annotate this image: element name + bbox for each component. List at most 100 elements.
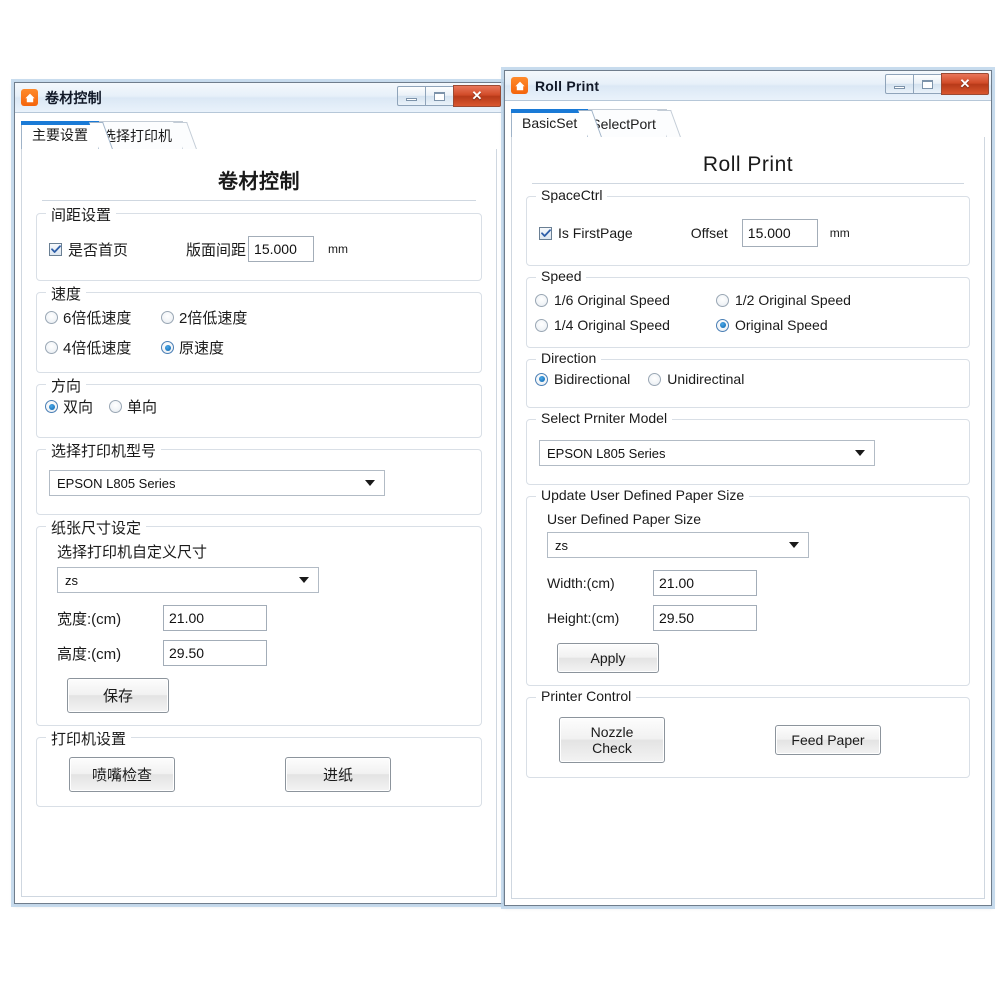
paper-preset-combo[interactable]: zs bbox=[547, 532, 809, 558]
speed-radio-2x[interactable] bbox=[161, 311, 174, 324]
window-controls: ✕ bbox=[397, 85, 501, 107]
width-input[interactable] bbox=[163, 605, 267, 631]
tab-basicset[interactable]: BasicSet bbox=[511, 109, 603, 137]
direction-radio-unidirectional[interactable] bbox=[109, 400, 123, 413]
group-printer-control: 打印机设置 喷嘴检查 进纸 bbox=[36, 728, 482, 807]
group-printer-model: Select Prniter Model EPSON L805 Series bbox=[526, 410, 970, 485]
direction-radio-bidirectional[interactable] bbox=[535, 372, 548, 386]
window-title: 卷材控制 bbox=[45, 89, 102, 106]
maximize-button[interactable] bbox=[913, 74, 942, 94]
first-page-checkbox[interactable] bbox=[539, 226, 552, 240]
group-title: Printer Control bbox=[536, 688, 637, 704]
minimize-button[interactable] bbox=[885, 74, 914, 94]
height-input[interactable] bbox=[163, 640, 267, 666]
group-title: Speed bbox=[536, 268, 587, 284]
group-title: 选择打印机型号 bbox=[46, 440, 162, 461]
group-direction: 方向 双向 单向 bbox=[36, 375, 482, 438]
speed-radio-original[interactable] bbox=[716, 318, 729, 332]
close-button[interactable]: ✕ bbox=[941, 73, 989, 95]
title-bar[interactable]: Roll Print ✕ bbox=[505, 71, 991, 101]
chevron-down-icon bbox=[789, 542, 799, 548]
first-page-checkbox[interactable] bbox=[49, 242, 62, 256]
width-input[interactable] bbox=[653, 570, 757, 596]
group-title: Direction bbox=[536, 350, 602, 366]
speed-label-6x: 6倍低速度 bbox=[63, 310, 132, 327]
client-area: 主要设置 选择打印机 卷材控制 间距设置 是否首页 版面间距 15.000 mm… bbox=[15, 113, 503, 903]
printer-model-combo[interactable]: EPSON L805 Series bbox=[539, 440, 875, 466]
printer-model-value: EPSON L805 Series bbox=[57, 475, 176, 491]
tab-label: 主要设置 bbox=[32, 127, 88, 143]
group-printer-model: 选择打印机型号 EPSON L805 Series bbox=[36, 440, 482, 515]
group-title: 间距设置 bbox=[46, 204, 117, 225]
nozzle-check-button[interactable]: 喷嘴检查 bbox=[69, 757, 175, 792]
window-roll-control-cn: 卷材控制 ✕ 主要设置 选择打印机 卷材控制 间距设置 是否首页 版面间距 15… bbox=[14, 82, 504, 904]
offset-label: Offset bbox=[690, 225, 728, 241]
chevron-down-icon bbox=[299, 577, 309, 583]
paper-size-subtitle: 选择打印机自定义尺寸 bbox=[57, 544, 208, 561]
group-title: SpaceCtrl bbox=[536, 187, 608, 203]
width-label: 宽度:(cm) bbox=[57, 610, 122, 628]
speed-label-2x: 2倍低速度 bbox=[179, 310, 248, 327]
speed-label-original: 原速度 bbox=[179, 340, 225, 357]
group-title: 纸张尺寸设定 bbox=[46, 517, 147, 538]
group-printer-control: Printer Control Nozzle Check Feed Paper bbox=[526, 688, 970, 778]
tab-strip: 主要设置 选择打印机 bbox=[21, 119, 497, 149]
speed-radio-one-half[interactable] bbox=[716, 293, 729, 307]
height-input[interactable] bbox=[653, 605, 757, 631]
group-speed: 速度 6倍低速度 2倍低速度 4倍低速度 原速度 bbox=[36, 283, 482, 373]
speed-radio-one-sixth[interactable] bbox=[535, 293, 548, 307]
speed-radio-one-quarter[interactable] bbox=[535, 318, 548, 332]
tab-main-settings[interactable]: 主要设置 bbox=[21, 121, 113, 149]
feed-paper-button[interactable]: 进纸 bbox=[285, 757, 391, 792]
group-title: 方向 bbox=[46, 375, 87, 396]
direction-radio-bidirectional[interactable] bbox=[45, 400, 58, 413]
direction-label-unidirectional: Unidirectinal bbox=[667, 371, 745, 387]
width-label: Width:(cm) bbox=[547, 575, 615, 591]
tab-skew bbox=[656, 110, 681, 137]
speed-radio-4x[interactable] bbox=[45, 341, 58, 354]
window-roll-print-en: Roll Print ✕ BasicSet SelectPort Roll Pr… bbox=[504, 70, 992, 906]
tab-strip: BasicSet SelectPort bbox=[511, 107, 985, 137]
speed-label-one-quarter: 1/4 Original Speed bbox=[554, 317, 670, 333]
first-page-label: Is FirstPage bbox=[558, 225, 633, 241]
close-button[interactable]: ✕ bbox=[453, 85, 501, 107]
page-title: 卷材控制 bbox=[218, 171, 300, 193]
save-button[interactable]: 保存 bbox=[67, 678, 169, 713]
tab-label: 选择打印机 bbox=[102, 127, 172, 144]
speed-label-one-sixth: 1/6 Original Speed bbox=[554, 292, 670, 308]
first-page-label: 是否首页 bbox=[68, 241, 129, 259]
title-bar[interactable]: 卷材控制 ✕ bbox=[15, 83, 503, 113]
page-title: Roll Print bbox=[702, 153, 794, 176]
apply-button[interactable]: Apply bbox=[557, 643, 659, 673]
maximize-button[interactable] bbox=[425, 86, 454, 106]
paper-preset-value: zs bbox=[65, 572, 78, 588]
minimize-button[interactable] bbox=[397, 86, 426, 106]
group-title: Select Prniter Model bbox=[536, 410, 673, 426]
paper-size-subtitle: User Defined Paper Size bbox=[547, 511, 702, 527]
nozzle-check-button[interactable]: Nozzle Check bbox=[559, 717, 665, 763]
title-divider bbox=[532, 183, 964, 184]
speed-radio-original[interactable] bbox=[161, 341, 174, 354]
printer-model-combo[interactable]: EPSON L805 Series bbox=[49, 470, 385, 496]
offset-unit: mm bbox=[328, 242, 349, 256]
window-title: Roll Print bbox=[535, 77, 600, 94]
tab-label: BasicSet bbox=[522, 115, 578, 131]
offset-unit: mm bbox=[829, 226, 850, 240]
direction-radio-unidirectional[interactable] bbox=[648, 372, 662, 386]
height-label: Height:(cm) bbox=[547, 610, 620, 626]
feed-paper-button[interactable]: Feed Paper bbox=[775, 725, 881, 755]
title-divider bbox=[42, 200, 476, 201]
offset-input[interactable] bbox=[741, 219, 818, 247]
offset-input[interactable] bbox=[248, 236, 315, 262]
paper-preset-combo[interactable]: zs bbox=[57, 567, 319, 593]
speed-radio-6x[interactable] bbox=[45, 311, 58, 324]
speed-label-one-half: 1/2 Original Speed bbox=[735, 292, 851, 308]
direction-label-bidirectional: 双向 bbox=[63, 399, 94, 416]
group-direction: Direction Bidirectional Unidirectinal bbox=[526, 350, 970, 408]
window-controls: ✕ bbox=[885, 73, 989, 95]
group-spacing-settings: 间距设置 是否首页 版面间距 mm bbox=[36, 204, 482, 281]
group-paper-size: Update User Defined Paper Size User Defi… bbox=[526, 487, 970, 686]
height-label: 高度:(cm) bbox=[57, 645, 122, 663]
group-title: Update User Defined Paper Size bbox=[536, 487, 750, 503]
direction-label-bidirectional: Bidirectional bbox=[554, 371, 631, 387]
